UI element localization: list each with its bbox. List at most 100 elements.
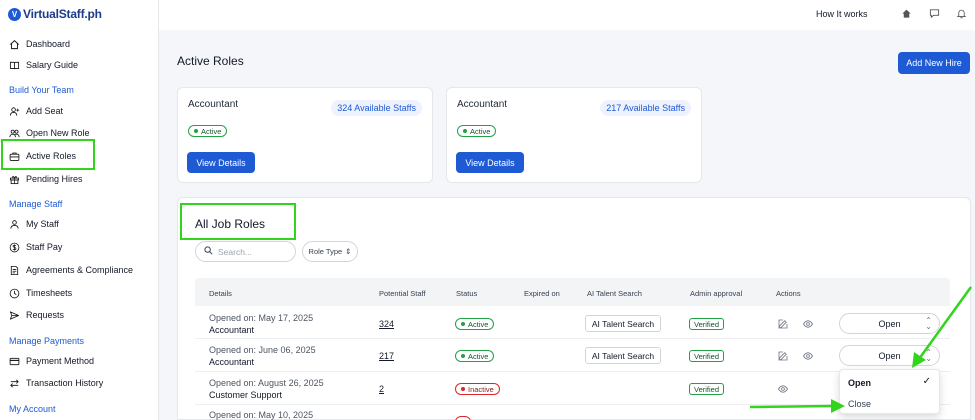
role-name: Accountant: [209, 357, 255, 367]
table-row: [195, 339, 950, 372]
available-staffs-badge[interactable]: 217 Available Staffs: [600, 100, 691, 116]
status-select[interactable]: Open ⌃ ⌄: [839, 345, 940, 366]
ai-talent-search-button[interactable]: AI Talent Search: [585, 347, 661, 364]
chevron-updown-icon: ⇕: [345, 247, 352, 256]
credit-card-icon: [9, 356, 20, 367]
arrows-icon: [9, 378, 20, 389]
sidebar-item-label: Open New Role: [26, 128, 90, 138]
column-header-admin-approval: Admin approval: [690, 289, 743, 298]
sidebar-item-dashboard[interactable]: Dashboard: [9, 35, 70, 53]
eye-icon[interactable]: [803, 351, 813, 361]
status-badge: Active: [457, 125, 497, 137]
sidebar-item-salary-guide[interactable]: Salary Guide: [9, 56, 78, 74]
highlight-active-roles: [1, 139, 95, 170]
sidebar-item-agreements[interactable]: Agreements & Compliance: [9, 261, 133, 279]
column-header-status: Status: [456, 289, 478, 298]
document-icon: [9, 265, 20, 276]
logo-mark: V: [8, 7, 21, 21]
status-dropdown-menu: Open ✓ Close: [839, 369, 940, 414]
active-role-card: Accountant 324 Available Staffs Active V…: [177, 87, 433, 183]
active-role-card: Accountant 217 Available Staffs Active V…: [446, 87, 702, 183]
sidebar-item-transaction-history[interactable]: Transaction History: [9, 374, 103, 392]
book-icon: [9, 60, 20, 71]
highlight-job-roles-title: [180, 203, 296, 240]
logo[interactable]: V VirtualStaff.ph: [8, 7, 102, 21]
eye-icon[interactable]: [803, 319, 813, 329]
sidebar-item-label: Pending Hires: [26, 174, 83, 184]
how-it-works-link[interactable]: How It works: [816, 9, 868, 19]
table-row: [195, 372, 950, 405]
status-badge: Active: [455, 350, 495, 362]
potential-staff-link[interactable]: 2: [379, 384, 384, 394]
opened-date: Opened on: August 26, 2025: [209, 378, 324, 388]
card-role-name: Accountant: [457, 99, 508, 110]
sidebar-item-my-staff[interactable]: My Staff: [9, 215, 59, 233]
edit-icon[interactable]: [778, 351, 788, 361]
sidebar-item-label: Salary Guide: [26, 60, 79, 70]
dropdown-option-open[interactable]: Open: [848, 378, 871, 388]
eye-icon[interactable]: [778, 384, 788, 394]
send-icon: [9, 310, 20, 321]
sidebar-item-label: Timesheets: [26, 288, 73, 298]
sidebar-item-add-seat[interactable]: Add Seat: [9, 102, 63, 120]
section-title-build-team: Build Your Team: [9, 85, 74, 95]
potential-staff-link[interactable]: 217: [379, 351, 394, 361]
gift-icon: [9, 174, 20, 185]
page-title: Active Roles: [177, 54, 244, 68]
role-name: Accountant: [209, 325, 255, 335]
edit-icon[interactable]: [778, 319, 788, 329]
column-header-potential-staff: Potential Staff: [379, 289, 426, 298]
sidebar-item-label: Staff Pay: [26, 242, 63, 252]
home-icon: [9, 39, 20, 50]
dollar-icon: [9, 242, 20, 253]
status-badge: Active: [455, 318, 495, 330]
home-icon[interactable]: [901, 8, 913, 20]
sidebar-item-label: Transaction History: [26, 378, 104, 388]
search-icon: [204, 246, 213, 257]
opened-date: Opened on: May 10, 2025: [209, 410, 314, 420]
search-input[interactable]: [218, 246, 286, 257]
column-header-ai-talent-search: AI Talent Search: [587, 289, 642, 298]
section-title-manage-staff: Manage Staff: [9, 199, 63, 209]
card-role-name: Accountant: [188, 99, 239, 110]
role-name: Customer Support: [209, 390, 283, 400]
add-new-hire-button[interactable]: Add New Hire: [898, 52, 970, 74]
section-title-manage-payments: Manage Payments: [9, 336, 85, 346]
role-type-filter[interactable]: Role Type ⇕: [302, 241, 358, 262]
sidebar-item-label: Add Seat: [26, 106, 64, 116]
verified-badge: Verified: [689, 350, 725, 362]
user-plus-icon: [9, 106, 20, 117]
status-select[interactable]: Open ⌃ ⌄: [839, 313, 940, 334]
status-badge: Inactive: [455, 383, 500, 395]
sidebar-item-pending-hires[interactable]: Pending Hires: [9, 170, 83, 188]
status-badge: Active: [188, 125, 228, 137]
clock-icon: [9, 288, 20, 299]
sidebar-item-staff-pay[interactable]: Staff Pay: [9, 238, 62, 256]
view-details-button[interactable]: View Details: [187, 152, 255, 173]
verified-badge: Verified: [689, 318, 725, 330]
bell-icon[interactable]: [956, 8, 968, 20]
column-header-actions: Actions: [776, 289, 801, 298]
view-details-button[interactable]: View Details: [456, 152, 524, 173]
potential-staff-link[interactable]: 324: [379, 319, 394, 329]
sidebar-item-label: Agreements & Compliance: [26, 265, 134, 275]
sidebar-item-payment-method[interactable]: Payment Method: [9, 352, 94, 370]
chevron-updown-icon: ⌃ ⌄: [925, 348, 932, 363]
chat-icon[interactable]: [929, 8, 941, 20]
logo-text: VirtualStaff.ph: [23, 7, 102, 21]
status-dot-icon: [463, 129, 467, 133]
column-header-details: Details: [209, 289, 232, 298]
sidebar-item-label: Dashboard: [26, 39, 71, 49]
sidebar-item-timesheets[interactable]: Timesheets: [9, 284, 72, 302]
ai-talent-search-button[interactable]: AI Talent Search: [585, 315, 661, 332]
status-dot-icon: [461, 322, 465, 326]
sidebar-item-label: Requests: [26, 310, 65, 320]
sidebar-item-label: My Staff: [26, 219, 59, 229]
available-staffs-badge[interactable]: 324 Available Staffs: [331, 100, 422, 116]
sidebar-item-requests[interactable]: Requests: [9, 306, 64, 324]
column-header-expired-on: Expired on: [524, 289, 560, 298]
search-field[interactable]: [195, 241, 296, 262]
status-badge: [455, 416, 471, 420]
dropdown-option-close[interactable]: Close: [848, 399, 871, 409]
status-dot-icon: [194, 129, 198, 133]
